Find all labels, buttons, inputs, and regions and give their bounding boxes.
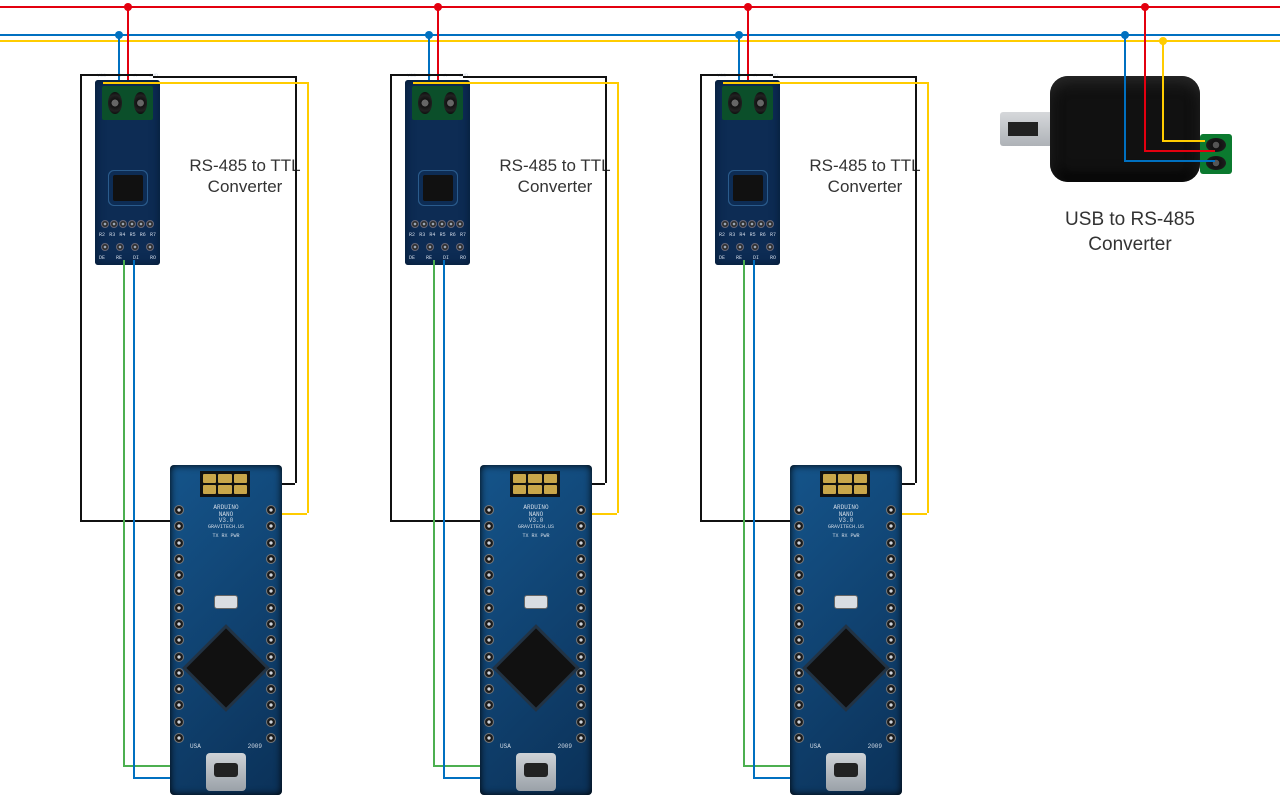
- wire: [902, 513, 927, 515]
- mini-usb-icon: [516, 753, 556, 791]
- wire: [700, 74, 702, 520]
- mini-usb-icon: [826, 753, 866, 791]
- wire: [390, 520, 480, 522]
- wire: [80, 74, 82, 520]
- icsp-header-icon: [820, 471, 870, 497]
- arduino-nano: ARDUINONANOV3.0GRAVITECH.USTX RX PWRUSA2…: [790, 465, 902, 795]
- mini-usb-icon: [206, 753, 246, 791]
- wire: [1124, 34, 1126, 160]
- wire: [700, 520, 790, 522]
- wire: [411, 74, 463, 76]
- wire: [80, 74, 101, 76]
- wire: [80, 520, 170, 522]
- wire: [295, 76, 297, 483]
- wire: [123, 260, 125, 765]
- wire: [443, 777, 480, 779]
- atmega-chip-icon: [186, 628, 265, 707]
- wire: [443, 260, 445, 777]
- bus-wire-a: [0, 34, 1280, 36]
- wire: [617, 82, 619, 513]
- screw-terminal-icon: [722, 86, 773, 120]
- wire: [743, 765, 790, 767]
- wire: [753, 777, 790, 779]
- rs485-module: VCCBAGNDR2R3R4R5R6R7DEREDIRO: [405, 80, 470, 265]
- reset-button-icon: [214, 595, 238, 609]
- wire: [721, 74, 773, 76]
- wire: [723, 82, 927, 84]
- wire: [747, 7, 749, 80]
- wire: [390, 74, 392, 520]
- wire: [437, 7, 439, 80]
- wire: [1162, 40, 1164, 140]
- bus-wire-b: [0, 6, 1280, 8]
- wire: [1144, 7, 1146, 150]
- max485-chip-icon: [113, 175, 143, 201]
- wire: [133, 777, 170, 779]
- wire: [915, 76, 917, 483]
- wire: [1144, 150, 1215, 152]
- wire: [282, 513, 307, 515]
- screw-terminal-icon: [412, 86, 463, 120]
- wire: [101, 74, 153, 76]
- wire: [390, 74, 411, 76]
- wire: [753, 260, 755, 777]
- bus-wire-gnd: [0, 40, 1280, 42]
- wire: [605, 76, 607, 483]
- converter-label: RS-485 to TTL Converter: [485, 155, 625, 198]
- wire: [700, 74, 721, 76]
- rs485-module: VCCBAGNDR2R3R4R5R6R7DEREDIRO: [95, 80, 160, 265]
- wire: [927, 82, 929, 513]
- wire: [433, 765, 480, 767]
- wire: [592, 483, 605, 485]
- atmega-chip-icon: [496, 628, 575, 707]
- wire: [307, 82, 309, 513]
- wire: [127, 7, 129, 80]
- screw-terminal-icon: [102, 86, 153, 120]
- wire: [123, 765, 170, 767]
- max485-chip-icon: [423, 175, 453, 201]
- wire: [133, 260, 135, 777]
- rs485-module: VCCBAGNDR2R3R4R5R6R7DEREDIRO: [715, 80, 780, 265]
- wire: [153, 76, 295, 78]
- converter-label: RS-485 to TTL Converter: [795, 155, 935, 198]
- icsp-header-icon: [200, 471, 250, 497]
- usb-plug-icon: [1000, 112, 1052, 146]
- wire: [103, 82, 307, 84]
- wire: [433, 260, 435, 765]
- wire: [282, 483, 295, 485]
- wire: [1124, 160, 1215, 162]
- reset-button-icon: [524, 595, 548, 609]
- wire: [1162, 140, 1205, 142]
- max485-chip-icon: [733, 175, 763, 201]
- wire: [592, 513, 617, 515]
- reset-button-icon: [834, 595, 858, 609]
- icsp-header-icon: [510, 471, 560, 497]
- wire: [743, 260, 745, 765]
- wire: [902, 483, 915, 485]
- usb-adapter-label: USB to RS-485 Converter: [1030, 208, 1230, 257]
- arduino-nano: ARDUINONANOV3.0GRAVITECH.USTX RX PWRUSA2…: [480, 465, 592, 795]
- wire: [773, 76, 915, 78]
- wire: [463, 76, 605, 78]
- wire: [413, 82, 617, 84]
- converter-label: RS-485 to TTL Converter: [175, 155, 315, 198]
- arduino-nano: ARDUINONANOV3.0GRAVITECH.USTX RX PWRUSA2…: [170, 465, 282, 795]
- atmega-chip-icon: [806, 628, 885, 707]
